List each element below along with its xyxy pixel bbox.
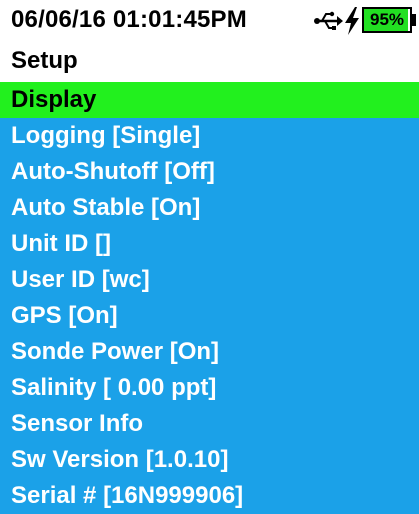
- battery-tip: [412, 14, 416, 26]
- menu-item-auto-shutoff[interactable]: Auto-Shutoff [Off]: [0, 154, 419, 190]
- menu-item-salinity[interactable]: Salinity [ 0.00 ppt]: [0, 370, 419, 406]
- page-header: Setup: [0, 41, 419, 82]
- setup-menu: Display Logging [Single] Auto-Shutoff [O…: [0, 82, 419, 514]
- usb-icon: [314, 11, 343, 30]
- menu-item-auto-stable[interactable]: Auto Stable [On]: [0, 190, 419, 226]
- status-bar: 06/06/16 01:01:45PM 95%: [0, 0, 419, 41]
- menu-item-display[interactable]: Display: [0, 82, 419, 118]
- menu-item-sw-version[interactable]: Sw Version [1.0.10]: [0, 442, 419, 478]
- battery-indicator: 95%: [362, 7, 412, 33]
- menu-item-unit-id[interactable]: Unit ID []: [0, 226, 419, 262]
- page-title: Setup: [11, 47, 78, 74]
- device-screen: 06/06/16 01:01:45PM 95% Setup Display Lo…: [0, 0, 419, 514]
- menu-item-sonde-power[interactable]: Sonde Power [On]: [0, 334, 419, 370]
- lightning-icon: [345, 7, 359, 35]
- menu-item-sensor-info[interactable]: Sensor Info: [0, 406, 419, 442]
- datetime-display: 06/06/16 01:01:45PM: [11, 6, 247, 33]
- battery-percent: 95%: [369, 10, 405, 29]
- menu-item-serial[interactable]: Serial # [16N999906]: [0, 478, 419, 514]
- menu-item-user-id[interactable]: User ID [wc]: [0, 262, 419, 298]
- menu-item-logging[interactable]: Logging [Single]: [0, 118, 419, 154]
- menu-item-gps[interactable]: GPS [On]: [0, 298, 419, 334]
